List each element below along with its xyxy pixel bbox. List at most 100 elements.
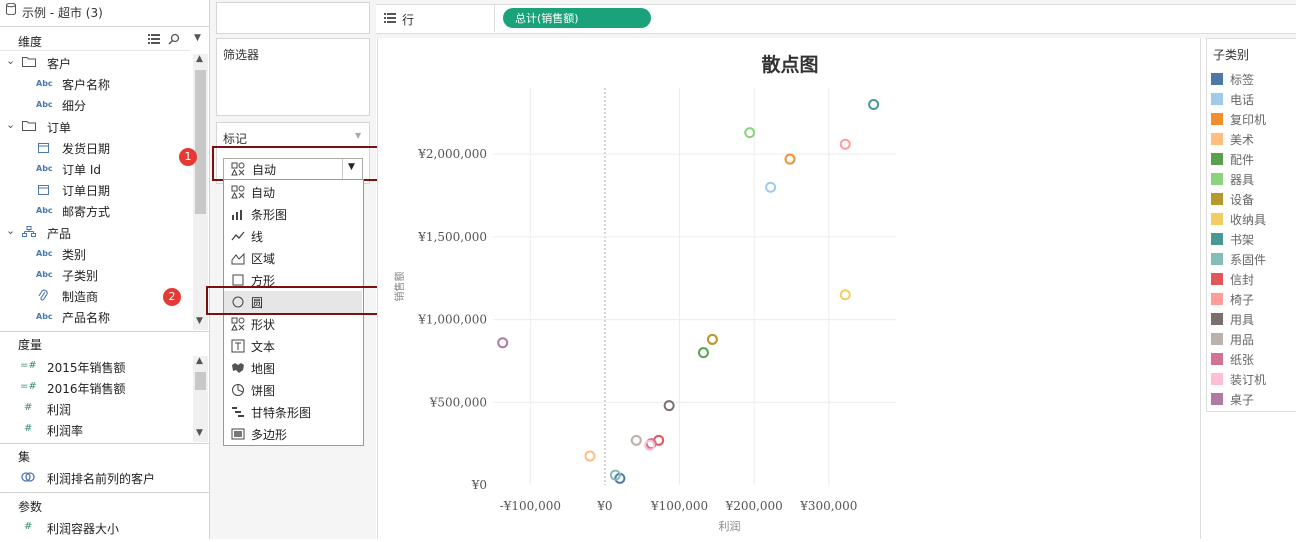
legend-swatch [1211,373,1223,385]
rows-shelf[interactable]: 行 总计(销售额) [376,4,1296,34]
legend-item[interactable]: 桌子 [1211,390,1296,410]
mark-option-pie[interactable]: 饼图 [224,379,362,401]
chevron-down-icon[interactable]: ⌄ [6,118,15,131]
legend-swatch [1211,133,1223,145]
folder-icon [22,120,36,131]
dimension-item[interactable]: Abc 类别 [0,244,192,265]
mark-option-map[interactable]: 地图 [224,357,362,379]
legend-item[interactable]: 用品 [1211,330,1296,350]
dimension-item[interactable]: 制造商 [0,286,192,307]
legend-item[interactable]: 书架 [1211,230,1296,250]
measure-item[interactable]: =# 2015年销售额 [0,357,192,378]
data-point[interactable] [497,337,509,349]
chart-pane: 散点图 -¥100,000 ¥0 ¥100,000 ¥200,000 ¥300,000 ¥0… [377,38,1201,539]
number-icon: # [24,402,33,413]
legend-item[interactable]: 用具 [1211,310,1296,330]
rows-label: 行 [402,13,415,27]
legend-item[interactable]: 配件 [1211,150,1296,170]
data-point[interactable] [868,99,880,111]
measure-item[interactable]: =# 2016年销售额 [0,378,192,399]
search-icon[interactable] [168,33,180,45]
dimension-folder[interactable]: ⌄ 客户 [0,53,192,74]
mark-option-label: 线 [251,230,264,244]
legend-label: 配件 [1230,153,1255,167]
mark-option-bar[interactable]: 条形图 [224,203,362,225]
legend-swatch [1211,73,1223,85]
chevron-down-icon[interactable]: ⌄ [6,54,15,67]
data-point[interactable] [784,153,796,165]
measure-item[interactable]: # 利润率 [0,420,192,441]
mark-option-area[interactable]: 区域 [224,247,362,269]
data-point[interactable] [839,289,851,301]
data-point[interactable] [630,434,642,446]
number-icon: # [24,521,33,532]
dimension-item[interactable]: Abc 邮寄方式 [0,201,192,222]
legend-item[interactable]: 美术 [1211,130,1296,150]
data-point[interactable] [765,181,777,193]
dimension-item[interactable]: Abc 子类别 [0,265,192,286]
legend-item[interactable]: 椅子 [1211,290,1296,310]
mark-option-auto[interactable]: 自动 [224,181,362,203]
measure-label: 2015年销售额 [47,361,126,375]
set-icon [21,472,35,482]
legend-item[interactable]: 设备 [1211,190,1296,210]
legend-item[interactable]: 收纳具 [1211,210,1296,230]
legend-swatch [1211,153,1223,165]
legend-item[interactable]: 信封 [1211,270,1296,290]
data-point[interactable] [697,347,709,359]
pie-icon [232,384,244,396]
dimension-item[interactable]: Abc 细分 [0,95,192,116]
mark-option-polygon[interactable]: 多边形 [224,423,362,445]
marks-menu-icon[interactable]: ▼ [355,131,361,140]
scroll-up-icon[interactable]: ▲ [196,54,203,64]
legend-label: 标签 [1230,73,1255,87]
legend-label: 复印机 [1230,113,1267,127]
legend-item[interactable]: 标签 [1211,70,1296,90]
dimensions-scroll-thumb[interactable] [195,70,206,214]
mark-option-shape[interactable]: 形状 [224,313,362,335]
pages-card [216,2,370,34]
data-point[interactable] [706,333,718,345]
mark-option-label: 甘特条形图 [251,406,312,420]
marks-title: 标记 [223,132,248,146]
sales-pill[interactable]: 总计(销售额) [503,8,651,28]
data-point[interactable] [744,127,756,139]
mark-option-label: 饼图 [251,384,276,398]
legend-item[interactable]: 复印机 [1211,110,1296,130]
dimensions-menu-icon[interactable]: ▼ [194,33,201,43]
measure-item[interactable]: # 利润 [0,399,192,420]
measures-scroll-thumb[interactable] [195,372,206,390]
y-axis-label: 销售额 [393,272,406,302]
legend-swatch [1211,173,1223,185]
legend-item[interactable]: 电话 [1211,90,1296,110]
datasource-title[interactable]: 示例 - 超市 (3) [22,4,103,21]
dimension-label: 客户名称 [62,78,111,93]
legend-item[interactable]: 系固件 [1211,250,1296,270]
data-point[interactable] [584,450,596,462]
legend-item[interactable]: 纸张 [1211,350,1296,370]
dimension-item[interactable]: 发货日期 [0,138,192,159]
set-item[interactable]: 利润排名前列的客户 [0,468,192,489]
list-view-icon[interactable] [148,34,160,44]
chevron-down-icon[interactable]: ⌄ [6,224,15,237]
scroll-down-icon[interactable]: ▼ [196,316,203,326]
dimension-item[interactable]: 订单日期 [0,180,192,201]
dimension-item[interactable]: Abc 客户名称 [0,74,192,95]
mark-option-gantt[interactable]: 甘特条形图 [224,401,362,423]
dimension-item[interactable]: Abc 产品名称 [0,307,192,328]
parameter-item[interactable]: # 利润容器大小 [0,518,192,539]
dimension-folder[interactable]: ⌄ 订单 [0,117,192,138]
legend-item[interactable]: 器具 [1211,170,1296,190]
measures-scrollbar[interactable]: ▲ ▼ [193,356,208,442]
mark-option-line[interactable]: 线 [224,225,362,247]
polygon-icon [231,428,245,440]
legend-item[interactable]: 装订机 [1211,370,1296,390]
dimension-folder[interactable]: ⌄ 产品 [0,223,192,244]
scroll-down-icon[interactable]: ▼ [196,428,203,438]
mark-option-text[interactable]: 文本 [224,335,362,357]
scroll-up-icon[interactable]: ▲ [196,356,203,366]
abc-icon: Abc [36,100,53,110]
filters-card[interactable]: 筛选器 [216,38,370,116]
data-point[interactable] [839,138,851,150]
dimension-item[interactable]: Abc 订单 Id [0,159,192,180]
